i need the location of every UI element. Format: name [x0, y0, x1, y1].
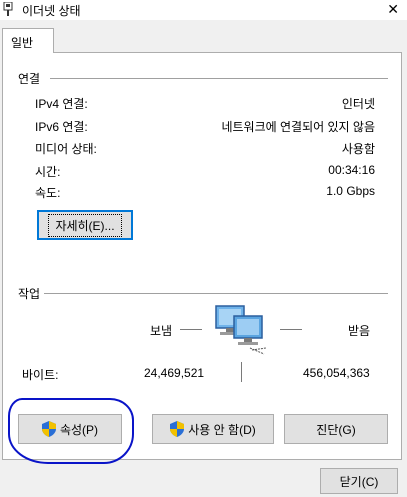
sent-connector-line [180, 329, 202, 330]
annotation-circle [8, 398, 134, 464]
network-computers-icon [215, 305, 267, 355]
bytes-sent-value: 24,469,521 [144, 366, 205, 380]
tab-general-label: 일반 [11, 36, 34, 50]
close-button-label: 닫기(C) [339, 474, 379, 489]
details-button[interactable]: 자세히(E)... [37, 210, 133, 240]
bytes-divider [241, 362, 242, 382]
details-button-label: 자세히(E)... [48, 213, 122, 237]
title-bar: 이더넷 상태 ✕ [0, 0, 407, 20]
close-button[interactable]: 닫기(C) [320, 468, 398, 494]
ipv4-label: IPv4 연결: [35, 97, 88, 111]
connection-divider [50, 78, 388, 79]
disable-button[interactable]: 사용 안 함(D) [152, 414, 274, 444]
duration-label: 시간: [35, 165, 61, 179]
ethernet-icon [3, 2, 13, 16]
disable-button-label: 사용 안 함(D) [188, 422, 256, 437]
admin-shield-icon [170, 421, 185, 437]
speed-label: 속도: [35, 186, 61, 200]
diagnose-button-label: 진단(G) [316, 422, 356, 437]
received-label: 받음 [348, 324, 371, 338]
connection-group-title: 연결 [18, 72, 41, 86]
bytes-label: 바이트: [22, 368, 59, 382]
ipv6-label: IPv6 연결: [35, 120, 88, 134]
tab-strip [0, 20, 407, 52]
received-connector-line [280, 329, 302, 330]
tab-general[interactable]: 일반 [2, 28, 54, 53]
ipv6-value: 네트워크에 연결되어 있지 않음 [221, 120, 375, 134]
speed-value: 1.0 Gbps [326, 184, 375, 198]
media-state-label: 미디어 상태: [35, 142, 97, 156]
sent-label: 보냄 [150, 324, 173, 338]
activity-group-title: 작업 [18, 287, 41, 301]
duration-value: 00:34:16 [328, 163, 375, 177]
bytes-received-value: 456,054,363 [303, 366, 370, 380]
media-state-value: 사용함 [341, 142, 375, 156]
diagnose-button[interactable]: 진단(G) [284, 414, 388, 444]
activity-divider [44, 293, 388, 294]
window-title: 이더넷 상태 [22, 4, 81, 18]
close-icon[interactable]: ✕ [387, 1, 399, 18]
ipv4-value: 인터넷 [341, 97, 375, 111]
